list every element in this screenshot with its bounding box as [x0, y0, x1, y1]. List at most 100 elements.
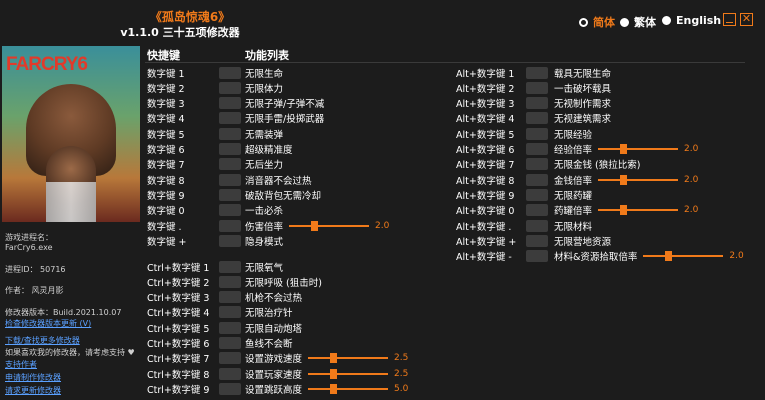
hotkey-label: Ctrl+数字键 3: [147, 293, 210, 305]
cheat-label: 无限呼吸 (狙击时): [245, 277, 322, 289]
cheat-toggle[interactable]: [219, 352, 241, 365]
close-button[interactable]: ✕: [740, 13, 753, 26]
cheat-label: 无视建筑需求: [554, 114, 612, 126]
hotkey-label: Ctrl+数字键 9: [147, 384, 210, 396]
slider-thumb[interactable]: [620, 144, 628, 154]
hotkey-label: Alt+数字键 2: [456, 83, 515, 95]
value-slider[interactable]: [308, 383, 389, 395]
app-subtitle: v1.1.0 三十五项修改器: [120, 26, 240, 39]
cheat-label: 鱼线不会断: [245, 339, 293, 350]
cheat-label: 无限经验: [554, 129, 593, 141]
cheat-row: Ctrl+数字键 5 无限自动炮塔: [147, 320, 467, 335]
cheat-toggle[interactable]: [219, 382, 241, 395]
cheat-label: 无限营地资源: [554, 236, 612, 248]
cheat-label: 无视制作需求: [554, 99, 612, 111]
cheat-toggle[interactable]: [219, 97, 241, 110]
slider-thumb[interactable]: [620, 205, 628, 216]
cheat-toggle[interactable]: [219, 337, 241, 349]
cheat-toggle[interactable]: [219, 81, 241, 94]
value-slider[interactable]: [289, 220, 370, 232]
request-update-link[interactable]: 请求更新修改器: [5, 385, 61, 396]
value-slider[interactable]: [643, 250, 724, 262]
cheat-toggle[interactable]: [219, 234, 241, 247]
support-author-link[interactable]: 支持作者: [5, 359, 37, 370]
author: 作者： 风灵月影: [5, 286, 64, 295]
hotkey-label: 数字键 .: [147, 221, 182, 233]
value-slider[interactable]: [308, 352, 389, 364]
hotkey-label: Ctrl+数字键 8: [147, 369, 210, 381]
cheat-toggle[interactable]: [219, 306, 241, 319]
radio-icon: [662, 16, 671, 25]
cheat-toggle[interactable]: [526, 250, 548, 263]
cheat-label: 隐身模式: [245, 236, 284, 248]
hotkey-label: Alt+数字键 6: [456, 145, 515, 156]
cheat-row: 数字键 + 隐身模式: [147, 233, 467, 248]
slider-thumb[interactable]: [665, 251, 673, 262]
cheat-row: 数字键 2 无限体力: [147, 80, 467, 95]
cheat-label: 无限体力: [245, 83, 284, 95]
cheat-label: 无需装弹: [245, 129, 284, 141]
cheat-toggle[interactable]: [526, 219, 548, 232]
check-update-link[interactable]: 检查修改器版本更新 (V): [5, 318, 91, 329]
cheat-toggle[interactable]: [526, 234, 548, 247]
minimize-button[interactable]: [723, 13, 736, 26]
process-id: 进程ID： 50716: [5, 265, 66, 274]
cheat-row: Alt+数字键 5 无限经验: [456, 126, 765, 141]
cheat-toggle[interactable]: [219, 204, 241, 217]
request-trainer-link[interactable]: 申请制作修改器: [5, 372, 61, 383]
cheat-label: 载具无限生命: [554, 68, 612, 80]
slider-thumb[interactable]: [311, 220, 319, 231]
cheat-toggle[interactable]: [526, 66, 548, 79]
cheat-row: Alt+数字键 4 无视建筑需求: [456, 111, 765, 126]
slider-thumb[interactable]: [620, 174, 628, 185]
slider-thumb[interactable]: [330, 353, 338, 364]
value-slider[interactable]: [598, 143, 679, 155]
slider-thumb[interactable]: [330, 368, 338, 379]
cheat-toggle[interactable]: [219, 321, 241, 334]
slider-thumb[interactable]: [330, 383, 338, 394]
cheat-toggle[interactable]: [526, 143, 548, 155]
slider-value: 2.0: [684, 144, 699, 154]
value-slider[interactable]: [598, 174, 679, 186]
lang-simplified[interactable]: 简体: [579, 14, 615, 30]
cheat-toggle[interactable]: [526, 173, 548, 186]
cheat-toggle[interactable]: [526, 81, 548, 94]
cheat-row: Alt+数字键 9 无限药罐: [456, 187, 765, 202]
cheat-toggle[interactable]: [219, 291, 241, 304]
cheat-row: 数字键 1 无限生命: [147, 65, 467, 80]
hotkey-label: 数字键 8: [147, 175, 185, 187]
trainer-version: 修改器版本：Build.2021.10.07: [5, 308, 122, 317]
download-more-link[interactable]: 下载/查找更多修改器: [5, 335, 80, 346]
cheat-toggle[interactable]: [219, 260, 241, 273]
cheat-toggle[interactable]: [219, 188, 241, 201]
cheat-row: Ctrl+数字键 9 设置跳跃高度 5.0: [147, 381, 467, 396]
cheat-toggle[interactable]: [526, 127, 548, 140]
cheat-toggle[interactable]: [219, 112, 241, 125]
cheat-toggle[interactable]: [219, 367, 241, 380]
cheat-toggle[interactable]: [219, 219, 241, 232]
cheat-toggle[interactable]: [219, 158, 241, 171]
lang-traditional[interactable]: 繁体: [620, 14, 656, 30]
cheat-row: 数字键 3 无限子弹/子弹不减: [147, 96, 467, 111]
cheat-toggle[interactable]: [219, 66, 241, 79]
hotkey-label: Alt+数字键 4: [456, 114, 515, 126]
cheat-toggle[interactable]: [219, 127, 241, 140]
lang-english[interactable]: English: [662, 14, 721, 27]
cheat-toggle[interactable]: [526, 188, 548, 201]
value-slider[interactable]: [598, 204, 679, 216]
slider-value: 2.5: [394, 368, 409, 379]
value-slider[interactable]: [308, 368, 389, 380]
cheat-toggle[interactable]: [219, 275, 241, 288]
cheat-row: Ctrl+数字键 6 鱼线不会断: [147, 336, 467, 351]
cheat-toggle[interactable]: [219, 143, 241, 155]
cheat-toggle[interactable]: [219, 173, 241, 186]
cheat-toggle[interactable]: [526, 158, 548, 171]
cheat-label: 无限治疗针: [245, 308, 293, 320]
cheat-label: 一击破坏载具: [554, 83, 612, 95]
cheat-toggle[interactable]: [526, 112, 548, 125]
hotkey-label: Alt+数字键 -: [456, 252, 512, 264]
cheat-toggle[interactable]: [526, 97, 548, 110]
cheat-row: Ctrl+数字键 2 无限呼吸 (狙击时): [147, 274, 467, 289]
cheat-toggle[interactable]: [526, 204, 548, 217]
cheat-label: 消音器不会过热: [245, 175, 312, 187]
